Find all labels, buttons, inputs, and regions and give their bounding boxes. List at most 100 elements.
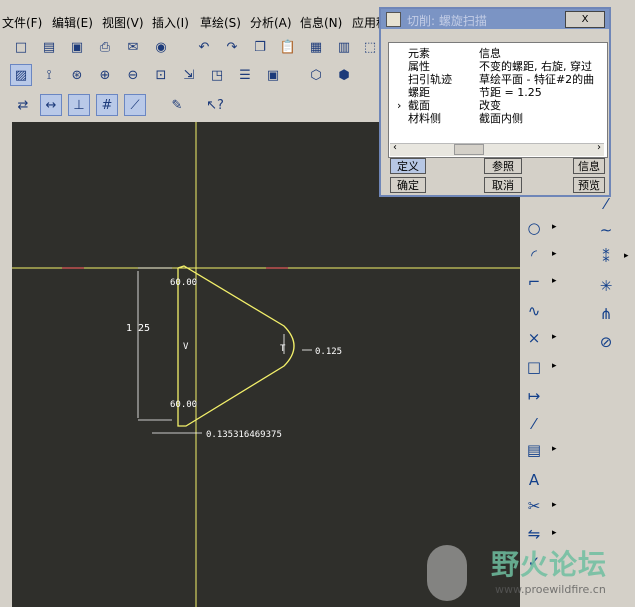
copy-icon[interactable]: ❐ (249, 36, 271, 58)
scroll-left-icon[interactable]: ‹ (393, 142, 397, 153)
constraints-icon[interactable]: ▤ (524, 440, 544, 460)
reference-button[interactable]: 参照 (484, 158, 522, 174)
watermark-title: 野火论坛 (491, 548, 608, 581)
toolbar-view: ▨ ⟟ ⊛ ⊕ ⊖ ⊡ ⇲ ◳ ☰ ▣ ⬡ ⬢ (0, 64, 380, 90)
sketch-display-icon[interactable]: ▨ (10, 64, 32, 86)
define-button[interactable]: 定义 (390, 158, 426, 174)
send-mail-icon[interactable]: ✉ (122, 36, 144, 58)
menu-info[interactable]: 信息(N) (300, 14, 342, 31)
dim-radius-text[interactable]: 0.125 (315, 347, 342, 357)
fillet-icon[interactable]: ⌐ (524, 272, 544, 292)
saved-views-icon[interactable]: ◳ (206, 64, 228, 86)
forum-watermark: 野火论坛 www.proewildfire.cn (425, 541, 635, 607)
row-element: 属性 (408, 60, 430, 73)
menu-file[interactable]: 文件(F) (2, 14, 42, 31)
spline-icon[interactable]: ∿ (524, 301, 544, 321)
arc-flyout-arrow[interactable]: ▸ (552, 249, 557, 259)
reorient-icon[interactable]: ⇲ (178, 64, 200, 86)
undo-icon[interactable]: ↶ (193, 36, 215, 58)
select-box-icon[interactable]: ⬚ (359, 36, 381, 58)
circle-flyout-arrow[interactable]: ▸ (552, 222, 557, 232)
preview-button[interactable]: 预览 (573, 177, 605, 193)
use-edge-icon[interactable]: □ (524, 357, 544, 377)
point-sub-flyout-arrow[interactable]: ▸ (624, 251, 629, 261)
table-row[interactable]: 扫引轨迹 草绘平面 - 特征#2的曲 (389, 73, 599, 86)
view-manager-icon[interactable]: ▣ (262, 64, 284, 86)
table-horizontal-scrollbar[interactable]: ‹ › (390, 142, 604, 156)
cancel-button[interactable]: 取消 (484, 177, 522, 193)
fillet-flyout-arrow[interactable]: ▸ (552, 276, 557, 286)
arc-icon[interactable]: ◜ (524, 245, 544, 265)
constraint-display-icon[interactable]: ⊥ (68, 94, 90, 116)
dim-angle-bottom[interactable]: 60.00 (170, 400, 197, 410)
coordinate-system-icon[interactable]: ✳ (596, 276, 616, 296)
zoom-out-icon[interactable]: ⊖ (122, 64, 144, 86)
column-info-header: 信息 (479, 47, 501, 60)
vertex-display-icon[interactable]: ⟋ (124, 94, 146, 116)
menu-insert[interactable]: 插入(I) (152, 14, 189, 31)
row-info: 草绘平面 - 特征#2的曲 (479, 73, 595, 86)
menu-edit[interactable]: 编辑(E) (52, 14, 93, 31)
row-info: 截面内侧 (479, 112, 523, 125)
paste-icon[interactable]: 📋 (277, 36, 299, 58)
use-edge-flyout-arrow[interactable]: ▸ (552, 361, 557, 371)
table-row[interactable]: 材料侧 截面内侧 (389, 112, 599, 125)
info-button[interactable]: 信息 (573, 158, 605, 174)
grid-display-icon[interactable]: # (96, 94, 118, 116)
redo-icon[interactable]: ↷ (221, 36, 243, 58)
wireframe-icon[interactable]: ⬡ (305, 64, 327, 86)
open-folder-icon[interactable]: ▤ (38, 36, 60, 58)
menu-sketch[interactable]: 草绘(S) (200, 14, 241, 31)
point-sub-icon[interactable]: ⁑ (596, 247, 616, 267)
dimension-display-icon[interactable]: ↔ (40, 94, 62, 116)
new-file-icon[interactable]: □ (10, 36, 32, 58)
dim-angle-top[interactable]: 60.00 (170, 278, 197, 288)
palette-icon[interactable]: ⋔ (596, 304, 616, 324)
refit-icon[interactable]: ⊡ (150, 64, 172, 86)
conic-icon[interactable]: ⁄ (596, 194, 616, 214)
print-icon[interactable]: ⎙ (94, 36, 116, 58)
datum-axes-icon[interactable]: ⟟ (38, 64, 60, 86)
modify-icon[interactable]: ⁄ (524, 414, 544, 434)
blend-icon[interactable]: ⊘ (596, 332, 616, 352)
zoom-in-icon[interactable]: ⊕ (94, 64, 116, 86)
menu-analysis[interactable]: 分析(A) (250, 14, 292, 31)
dim-offset-text[interactable]: 0.135316469375 (206, 430, 282, 440)
dialog-close-button[interactable]: X (565, 11, 605, 28)
context-help-icon[interactable]: ↖? (204, 94, 226, 116)
paste-special-icon[interactable]: ▦ (305, 36, 327, 58)
email-link-icon[interactable]: ◉ (150, 36, 172, 58)
text-icon[interactable]: A (524, 470, 544, 490)
datum-display-icon[interactable]: ⇄ (12, 94, 34, 116)
ok-button[interactable]: 确定 (390, 177, 426, 193)
spline-sub-icon[interactable]: ∼ (596, 220, 616, 240)
scroll-thumb[interactable] (454, 144, 484, 155)
scroll-right-icon[interactable]: › (597, 142, 601, 153)
hidden-line-icon[interactable]: ⬢ (333, 64, 355, 86)
element-table: 元素 信息 属性 不变的螺距, 右旋, 穿过 扫引轨迹 草绘平面 - 特征#2的… (388, 42, 608, 158)
point-flyout-arrow[interactable]: ▸ (552, 332, 557, 342)
left-edge-strip (0, 122, 12, 607)
point-icon[interactable]: × (524, 328, 544, 348)
dimension-icon[interactable]: ↦ (524, 386, 544, 406)
vertical-constraint-label: V (183, 342, 189, 352)
mirror-flyout-arrow[interactable]: ▸ (552, 528, 557, 538)
dim-height-text[interactable]: 1 25 (126, 323, 150, 334)
table-row[interactable]: 属性 不变的螺距, 右旋, 穿过 (389, 60, 599, 73)
spin-center-icon[interactable]: ⊛ (66, 64, 88, 86)
regenerate-icon[interactable]: ▥ (333, 36, 355, 58)
row-element: 扫引轨迹 (408, 73, 452, 86)
dialog-title: 切削: 螺旋扫描 (407, 14, 487, 28)
sketch-orient-icon[interactable]: ✎ (166, 94, 188, 116)
table-row[interactable]: 螺距 节距 = 1.25 (389, 86, 599, 99)
circle-icon[interactable]: ○ (524, 218, 544, 238)
table-row-current[interactable]: › 截面 改变 (389, 99, 599, 112)
constraints-flyout-arrow[interactable]: ▸ (552, 444, 557, 454)
layers-icon[interactable]: ☰ (234, 64, 256, 86)
save-icon[interactable]: ▣ (66, 36, 88, 58)
current-row-chevron-icon: › (397, 99, 402, 112)
dialog-titlebar[interactable]: 切削: 螺旋扫描 X (381, 9, 609, 29)
menu-view[interactable]: 视图(V) (102, 14, 144, 31)
trim-flyout-arrow[interactable]: ▸ (552, 500, 557, 510)
trim-icon[interactable]: ✂ (524, 496, 544, 516)
